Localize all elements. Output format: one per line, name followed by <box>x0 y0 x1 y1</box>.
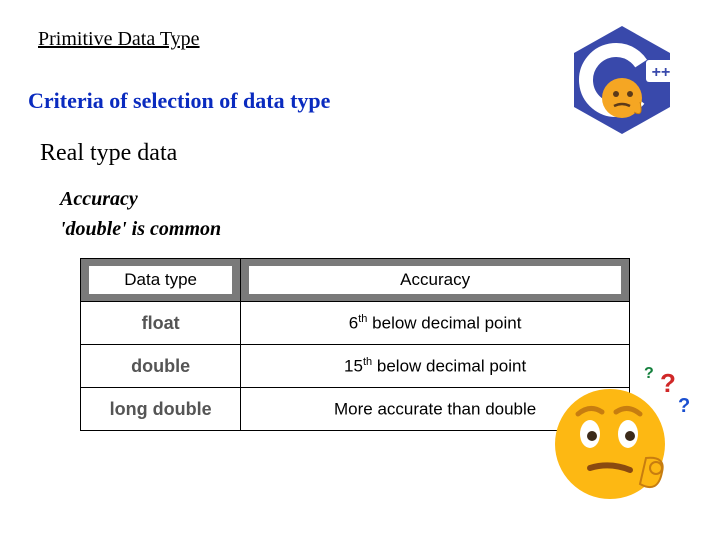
topic-title: Primitive Data Type <box>38 28 200 51</box>
svg-text:?: ? <box>660 368 676 398</box>
table-row: float 6th below decimal point <box>81 302 630 345</box>
accuracy-label: Accuracy <box>60 188 138 211</box>
real-type-heading: Real type data <box>40 140 177 167</box>
svg-text:?: ? <box>644 365 654 382</box>
svg-text:?: ? <box>678 395 690 417</box>
cell-type: double <box>81 345 241 388</box>
svg-text:++: ++ <box>652 64 671 81</box>
table-head-accuracy: Accuracy <box>249 266 621 294</box>
cell-accuracy: 6th below decimal point <box>241 302 630 345</box>
cpp-logo-icon: ++ <box>562 20 682 140</box>
double-common-label: 'double' is common <box>60 218 221 241</box>
cell-type: float <box>81 302 241 345</box>
criteria-heading: Criteria of selection of data type <box>28 88 330 114</box>
table-head-type: Data type <box>89 266 232 294</box>
thinking-emoji-icon: ? ? ? <box>540 364 690 514</box>
cell-type: long double <box>81 388 241 431</box>
